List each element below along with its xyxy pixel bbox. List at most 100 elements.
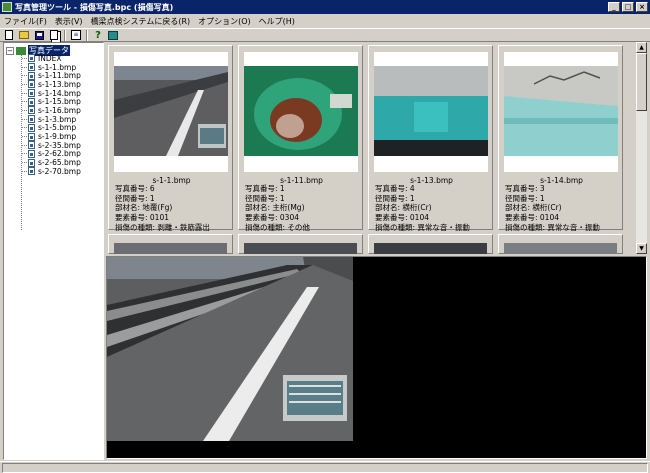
tree-item[interactable]: INDEX [22, 54, 81, 63]
status-panel [2, 463, 648, 473]
span-number: 径間番号: 1 [375, 193, 415, 203]
span-number: 径間番号: 1 [245, 193, 285, 203]
menu-help[interactable]: ヘルプ(H) [255, 16, 299, 27]
photo-number: 写真番号: 6 [115, 184, 155, 193]
element-number: 要素番号: 0304 [245, 213, 299, 223]
member-name: 部材名: 横桁(Cr) [505, 203, 562, 213]
tree-item[interactable]: s-1-15.bmp [22, 97, 81, 106]
tree-item[interactable]: s-1-14.bmp [22, 89, 81, 98]
tree-item-label: s-1-1.bmp [38, 62, 77, 72]
scroll-thumb[interactable] [636, 53, 647, 111]
tree-item[interactable]: s-1-11.bmp [22, 71, 81, 80]
tree-item-label: s-2-70.bmp [38, 166, 81, 176]
image-file-icon [28, 89, 35, 98]
photo-thumbnail [244, 66, 358, 156]
damage-type: 損傷の種類: 異常な音・振動 [375, 222, 470, 232]
photo-number: 写真番号: 4 [375, 184, 415, 193]
file-tree[interactable]: − 写真データ INDEX s-1-1.bmp s-1-11.bmp s-1-1… [3, 42, 104, 460]
member-name: 部材名: 主桁(Mg) [245, 203, 305, 213]
window-button[interactable] [107, 30, 119, 41]
properties-button[interactable]: ≡ [70, 30, 82, 41]
save-button[interactable] [33, 30, 45, 41]
image-file-icon [28, 158, 35, 167]
tree-item-label: s-1-13.bmp [38, 79, 81, 89]
span-number: 径間番号: 1 [505, 193, 545, 203]
image-file-icon [28, 63, 35, 72]
scroll-up-button[interactable]: ▲ [636, 42, 647, 53]
app-icon [2, 2, 12, 12]
tree-item[interactable]: s-1-13.bmp [22, 80, 81, 89]
open-folder-icon [19, 31, 29, 39]
photo-card[interactable]: s-1-14.bmp 写真番号: 3 径間番号: 1 部材名: 横桁(Cr) 要… [498, 45, 623, 232]
tree-item[interactable]: s-2-35.bmp [22, 141, 81, 150]
photo-thumbnail [504, 243, 617, 254]
menu-return-inspection[interactable]: 橋梁点検システムに戻る(R) [87, 16, 195, 27]
thumbnail-frame [114, 52, 228, 172]
photo-card[interactable] [368, 234, 493, 254]
tree-item-label: s-2-35.bmp [38, 140, 81, 150]
help-icon: ? [95, 29, 101, 41]
properties-icon: ≡ [71, 30, 81, 40]
tree-item-label: s-1-14.bmp [38, 88, 81, 98]
help-button[interactable]: ? [92, 30, 104, 41]
tree-item-label: INDEX [38, 53, 62, 63]
photo-thumbnail [374, 66, 488, 156]
thumbnail-scrollbar[interactable]: ▲ ▼ [636, 42, 647, 254]
photo-metadata: 写真番号: 1 径間番号: 1 部材名: 主桁(Mg) 要素番号: 0304 損… [245, 184, 310, 233]
menu-view[interactable]: 表示(V) [51, 16, 87, 27]
damage-type: 損傷の種類: 異常な音・振動 [505, 222, 600, 232]
tree-list: INDEX s-1-1.bmp s-1-11.bmp s-1-13.bmp s-… [22, 54, 81, 176]
maximize-button[interactable]: □ [622, 2, 634, 12]
new-file-button[interactable] [3, 30, 15, 41]
tree-item-label: s-1-11.bmp [38, 71, 81, 81]
menu-options[interactable]: オプション(O) [194, 16, 255, 27]
minimize-button[interactable]: _ [608, 2, 620, 12]
photo-card[interactable]: s-1-1.bmp 写真番号: 6 径間番号: 1 部材名: 地覆(Fg) 要素… [108, 45, 233, 232]
collapse-toggle[interactable]: − [6, 46, 14, 55]
image-file-icon [28, 115, 35, 124]
tree-item[interactable]: s-2-70.bmp [22, 167, 81, 176]
photo-thumbnail [114, 66, 228, 156]
photo-card[interactable] [498, 234, 623, 254]
tree-item-label: s-2-62.bmp [38, 149, 81, 159]
menu-file[interactable]: ファイル(F) [0, 16, 51, 27]
tree-item[interactable]: s-1-16.bmp [22, 106, 81, 115]
photo-metadata: 写真番号: 4 径間番号: 1 部材名: 横桁(Cr) 要素番号: 0104 損… [375, 184, 470, 233]
image-file-icon [28, 106, 35, 115]
open-button[interactable] [18, 30, 30, 41]
photo-number: 写真番号: 3 [505, 184, 545, 193]
photo-card[interactable]: s-1-11.bmp 写真番号: 1 径間番号: 1 部材名: 主桁(Mg) 要… [238, 45, 363, 233]
photo-card[interactable] [108, 234, 233, 254]
scroll-down-button[interactable]: ▼ [636, 243, 647, 254]
preview-image [107, 257, 353, 441]
image-file-icon [28, 123, 35, 132]
photo-card[interactable]: s-1-13.bmp 写真番号: 4 径間番号: 1 部材名: 横桁(Cr) 要… [368, 45, 493, 233]
image-file-icon [28, 71, 35, 80]
tree-item[interactable]: s-1-1.bmp [22, 63, 81, 72]
tree-item-label: s-1-9.bmp [38, 132, 77, 142]
save-icon [34, 30, 44, 40]
toolbar: ≡ ? [0, 28, 650, 42]
photo-thumbnail [244, 243, 357, 254]
photo-card[interactable] [238, 234, 363, 254]
photo-thumbnail [374, 243, 487, 254]
tree-item[interactable]: s-1-9.bmp [22, 132, 81, 141]
tree-item[interactable]: s-2-65.bmp [22, 158, 81, 167]
image-file-icon [28, 97, 35, 106]
tree-item[interactable]: s-1-5.bmp [22, 123, 81, 132]
thumbnail-frame [504, 52, 618, 172]
element-number: 要素番号: 0104 [505, 213, 559, 223]
status-bar [0, 461, 650, 473]
tree-item[interactable]: s-2-62.bmp [22, 149, 81, 159]
copy-button[interactable] [48, 30, 60, 41]
photo-preview [106, 256, 647, 459]
window-icon [108, 30, 118, 40]
image-file-icon [28, 149, 35, 158]
member-name: 部材名: 横桁(Cr) [375, 203, 432, 213]
damage-type: 損傷の種類: その他 [245, 222, 310, 232]
tree-item[interactable]: s-1-3.bmp [22, 115, 81, 124]
thumbnail-grid[interactable]: s-1-1.bmp 写真番号: 6 径間番号: 1 部材名: 地覆(Fg) 要素… [106, 42, 636, 254]
file-icon [28, 54, 35, 63]
close-button[interactable]: × [636, 2, 648, 12]
image-file-icon [28, 80, 35, 89]
